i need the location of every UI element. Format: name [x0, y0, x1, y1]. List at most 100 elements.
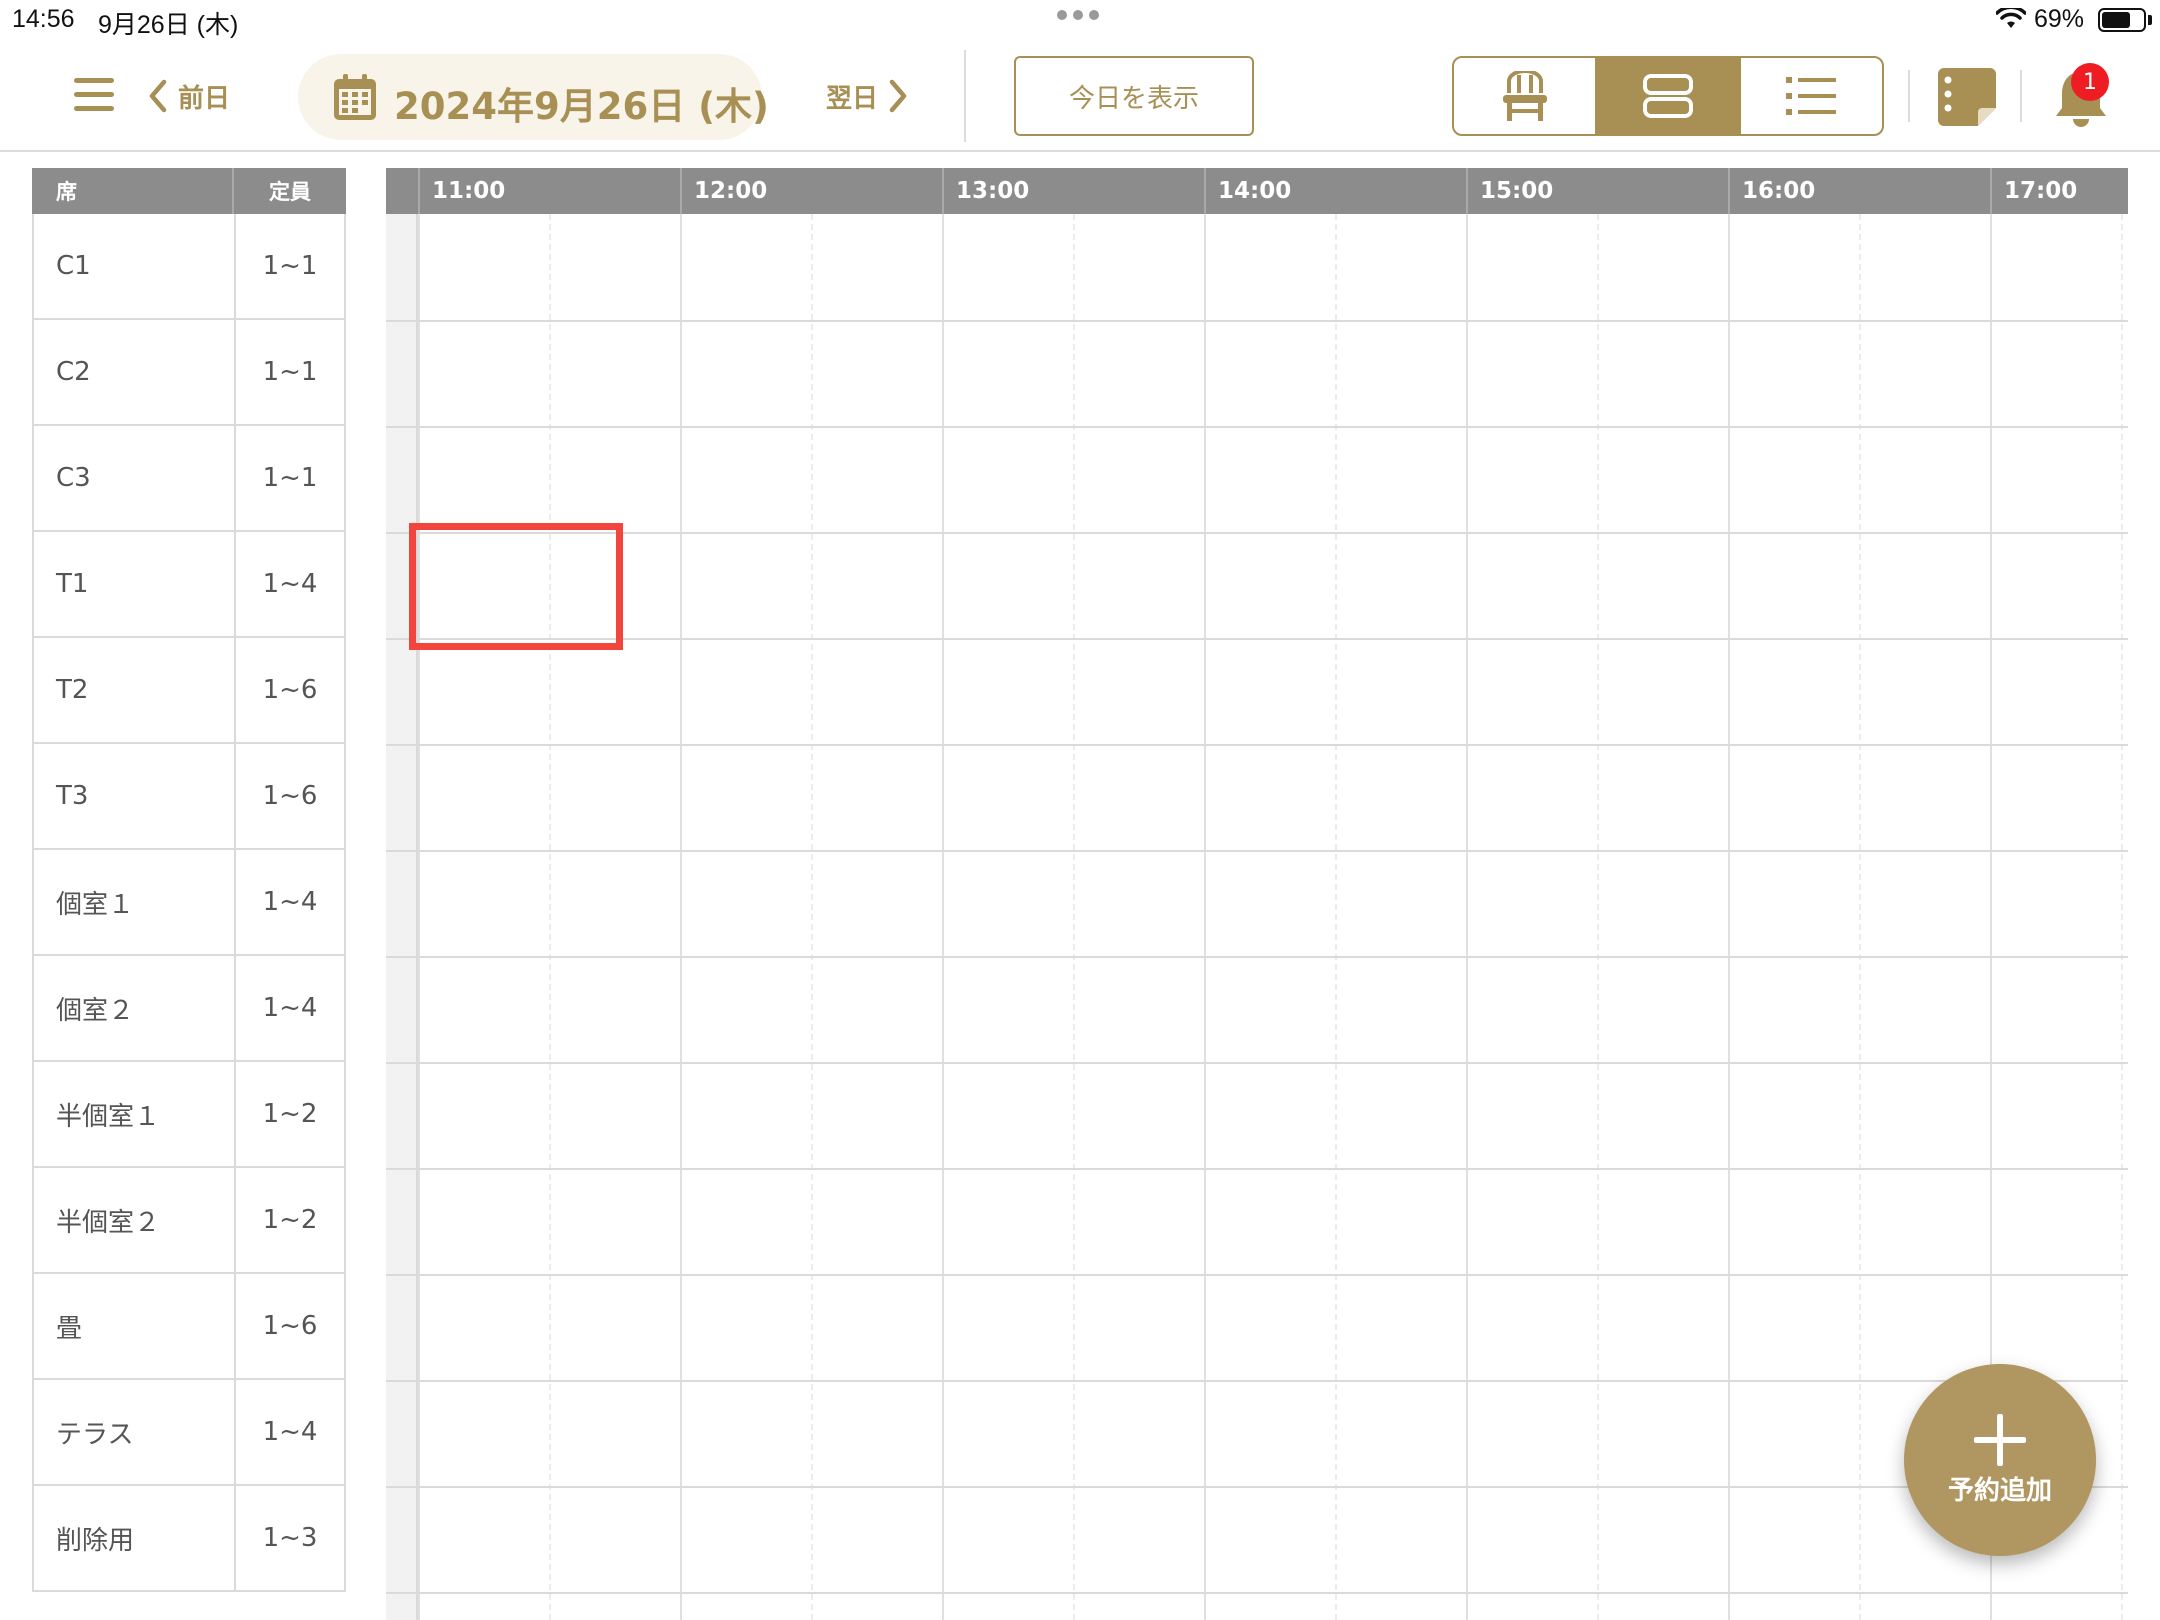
- multitasking-dots-icon[interactable]: [1057, 10, 1099, 20]
- timeline-slot[interactable]: [418, 532, 549, 638]
- timeline-slot[interactable]: [1597, 532, 1728, 638]
- timeline-slot[interactable]: [1728, 426, 1859, 532]
- timeline-slot[interactable]: [1990, 638, 2121, 744]
- timeline-slot[interactable]: [1597, 956, 1728, 1062]
- timeline-slot[interactable]: [1597, 1274, 1728, 1380]
- timeline-slot[interactable]: [1073, 850, 1204, 956]
- timeline-slot[interactable]: [418, 426, 549, 532]
- timeline-slot[interactable]: [549, 1168, 680, 1274]
- timeline-slot[interactable]: [418, 956, 549, 1062]
- timeline-slot[interactable]: [1335, 1168, 1466, 1274]
- timeline-slot[interactable]: [1859, 214, 1990, 320]
- seat-row[interactable]: 削除用 1~3: [32, 1486, 346, 1592]
- timeline-slot[interactable]: [549, 320, 680, 426]
- timeline-slot[interactable]: [418, 744, 549, 850]
- timeline-slot[interactable]: [811, 426, 942, 532]
- timeline-slot[interactable]: [1073, 532, 1204, 638]
- timeline-slot[interactable]: [1859, 426, 1990, 532]
- timeline-slot[interactable]: [680, 1380, 811, 1486]
- timeline-slot[interactable]: [1859, 1168, 1990, 1274]
- timeline-slot[interactable]: [942, 426, 1073, 532]
- timeline-slot[interactable]: [811, 744, 942, 850]
- timeline-slot[interactable]: [1466, 532, 1597, 638]
- timeline-slot[interactable]: [1073, 638, 1204, 744]
- timeline-slot[interactable]: [2121, 532, 2128, 638]
- timeline-slot[interactable]: [1990, 850, 2121, 956]
- timeline-slot[interactable]: [1073, 1062, 1204, 1168]
- timeline-slot[interactable]: [1073, 744, 1204, 850]
- timeline-slot[interactable]: [942, 638, 1073, 744]
- timeline-slot[interactable]: [1204, 532, 1335, 638]
- timeline-slot[interactable]: [942, 1380, 1073, 1486]
- timeline-slot[interactable]: [1335, 320, 1466, 426]
- timeline-slot[interactable]: [1335, 426, 1466, 532]
- timeline-slot[interactable]: [2121, 1168, 2128, 1274]
- timeline-slot[interactable]: [1597, 1062, 1728, 1168]
- date-picker-button[interactable]: 2024年9月26日 (木): [298, 54, 769, 140]
- seat-row[interactable]: 半個室１ 1~2: [32, 1062, 346, 1168]
- timeline-slot[interactable]: [549, 214, 680, 320]
- timeline-slot[interactable]: [1466, 1380, 1597, 1486]
- timeline-slot[interactable]: [1204, 744, 1335, 850]
- timeline-slot[interactable]: [1728, 1486, 1859, 1592]
- timeline-slot[interactable]: [1728, 1168, 1859, 1274]
- timeline-slot[interactable]: [418, 1380, 549, 1486]
- timeline-slot[interactable]: [1859, 532, 1990, 638]
- timeline-slot[interactable]: [1466, 1486, 1597, 1592]
- previous-day-button[interactable]: 前日: [146, 74, 230, 118]
- timeline-slot[interactable]: [1728, 850, 1859, 956]
- memo-note-icon[interactable]: [1938, 68, 1996, 126]
- timeline-slot[interactable]: [1466, 638, 1597, 744]
- list-view-tab[interactable]: [1738, 58, 1882, 134]
- seat-row[interactable]: C2 1~1: [32, 320, 346, 426]
- timeline-slot[interactable]: [1859, 1062, 1990, 1168]
- timeline-slot[interactable]: [549, 744, 680, 850]
- timeline-slot[interactable]: [1073, 1274, 1204, 1380]
- timeline-slot[interactable]: [1466, 1168, 1597, 1274]
- timeline-slot[interactable]: [1597, 1168, 1728, 1274]
- timeline-slot[interactable]: [2121, 1486, 2128, 1592]
- timeline-slot[interactable]: [549, 1380, 680, 1486]
- timeline-slot[interactable]: [811, 1168, 942, 1274]
- timeline-slot[interactable]: [2121, 850, 2128, 956]
- timeline-slot[interactable]: [1204, 850, 1335, 956]
- timeline-slot[interactable]: [680, 1168, 811, 1274]
- timeline-slot[interactable]: [680, 214, 811, 320]
- seat-row[interactable]: T3 1~6: [32, 744, 346, 850]
- timeline-slot[interactable]: [1728, 532, 1859, 638]
- timeline-slot[interactable]: [2121, 1062, 2128, 1168]
- timeline-slot[interactable]: [1859, 850, 1990, 956]
- timeline-slot[interactable]: [549, 850, 680, 956]
- timeline-slot[interactable]: [1990, 214, 2121, 320]
- timeline-slot[interactable]: [1597, 426, 1728, 532]
- timeline-slot[interactable]: [1728, 1062, 1859, 1168]
- timeline-slot[interactable]: [1597, 638, 1728, 744]
- seat-row[interactable]: 半個室２ 1~2: [32, 1168, 346, 1274]
- timeline-slot[interactable]: [1597, 320, 1728, 426]
- timeline-slot[interactable]: [2121, 638, 2128, 744]
- timeline-slot[interactable]: [1073, 1168, 1204, 1274]
- timeline-slot[interactable]: [942, 532, 1073, 638]
- timeline-slot[interactable]: [1335, 1380, 1466, 1486]
- show-today-button[interactable]: 今日を表示: [1014, 56, 1254, 136]
- timeline-slot[interactable]: [418, 1486, 549, 1592]
- timeline-slot[interactable]: [2121, 1380, 2128, 1486]
- timeline-slot[interactable]: [1466, 214, 1597, 320]
- timeline-slot[interactable]: [549, 426, 680, 532]
- timeline-slot[interactable]: [680, 744, 811, 850]
- timeline-slot[interactable]: [1073, 214, 1204, 320]
- timeline-slot[interactable]: [1990, 956, 2121, 1062]
- timeline-slot[interactable]: [1990, 320, 2121, 426]
- timeline-slot[interactable]: [811, 850, 942, 956]
- timeline-slot[interactable]: [811, 1486, 942, 1592]
- timeline-slot[interactable]: [2121, 426, 2128, 532]
- timeline-slot[interactable]: [1859, 956, 1990, 1062]
- timeline-slot[interactable]: [418, 1168, 549, 1274]
- timeline-slot[interactable]: [2121, 320, 2128, 426]
- timeline-slot[interactable]: [549, 1274, 680, 1380]
- timeline-slot[interactable]: [942, 214, 1073, 320]
- seat-row[interactable]: 個室２ 1~4: [32, 956, 346, 1062]
- timeline-slot[interactable]: [1204, 1486, 1335, 1592]
- timeline-slot[interactable]: [680, 532, 811, 638]
- timeline-slot[interactable]: [811, 532, 942, 638]
